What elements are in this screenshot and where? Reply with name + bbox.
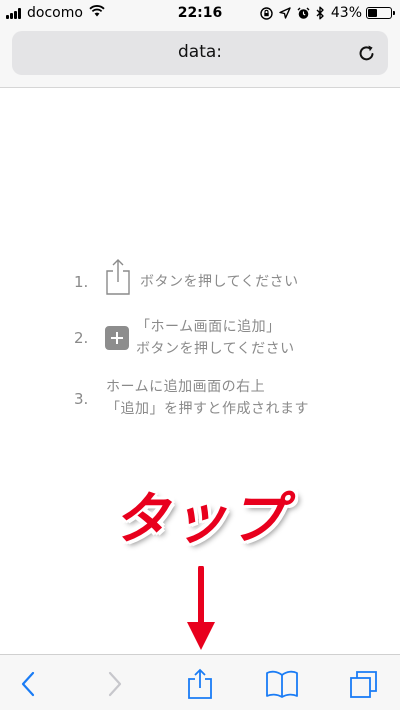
step-number: 1. [74,273,89,291]
browser-nav-area: data: [0,28,400,88]
battery-level [368,9,378,17]
url-text[interactable]: data: [12,42,388,62]
bottom-toolbar [0,654,400,710]
reload-button[interactable] [354,40,380,66]
step-text-line-1: 「ホーム画面に追加」 [136,319,281,335]
back-icon [21,671,35,697]
status-right: 43% [254,5,395,21]
tap-annotation: タップ [113,487,287,552]
address-bar[interactable]: data: [12,31,388,75]
step-text-line-1: ホームに追加画面の右上 [106,379,266,395]
tabs-icon [350,671,377,698]
step-text-line-2: 「追加」を押すと作成されます [106,401,309,417]
alarm-icon [297,7,310,20]
location-arrow-icon [279,7,291,19]
bookmarks-button[interactable] [264,667,300,701]
forward-icon [108,671,122,697]
screen-lock-icon [260,6,273,20]
tabs-button[interactable] [346,667,382,701]
plus-icon [105,326,129,350]
step-number: 2. [74,329,89,347]
step-number: 3. [74,390,89,408]
step-text-line-2: ボタンを押してください [136,341,295,357]
battery-icon [366,7,395,19]
bookmarks-icon [266,670,298,698]
share-button[interactable] [182,667,218,701]
forward-button[interactable] [97,667,133,701]
share-icon [188,668,212,699]
reload-icon [359,45,374,61]
down-arrow-icon [186,565,216,656]
bluetooth-icon [316,6,325,20]
share-icon [104,258,132,303]
back-button[interactable] [10,667,46,701]
step-text: ボタンを押してください [140,274,299,290]
battery-percent: 43% [330,5,362,21]
status-bar: docomo 22:16 43% [0,0,400,28]
